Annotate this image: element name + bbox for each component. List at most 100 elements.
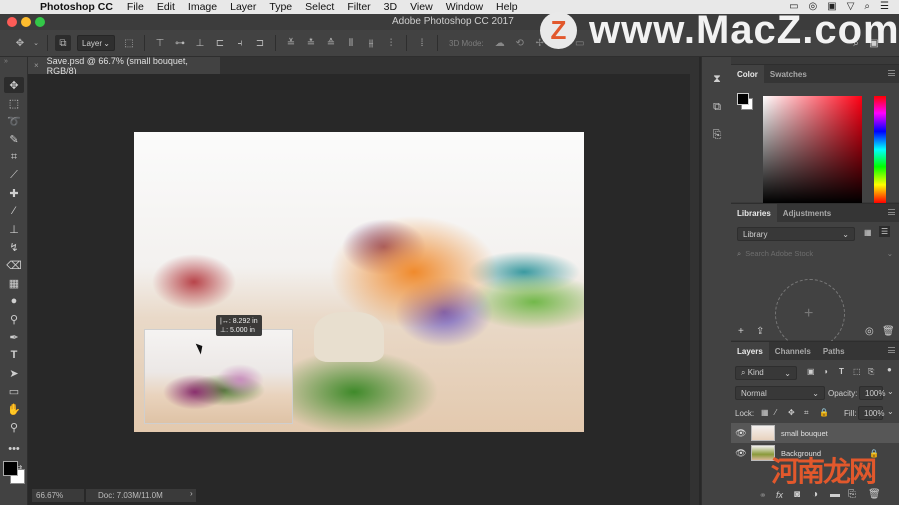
chevron-down-icon[interactable]: ⌄ [887,387,894,396]
type-tool-icon[interactable]: T [4,347,24,363]
collapse-icon[interactable]: » [4,58,8,65]
blend-mode-dropdown[interactable]: Normal ⌄ [735,386,825,400]
lock-artboard-icon[interactable]: ⌗ [804,408,809,418]
tab-libraries[interactable]: Libraries [731,204,777,222]
lock-all-icon[interactable]: 🔒 [819,408,829,417]
distribute-top-icon[interactable]: ≚ [283,35,299,51]
path-selection-tool-icon[interactable]: ➤ [4,365,24,381]
menu-3d[interactable]: 3D [384,1,397,13]
device-preview-icon[interactable]: ⎘ [707,125,727,145]
chevron-down-icon[interactable]: ⌄ [887,249,893,258]
auto-select-icon[interactable]: ⧉ [55,35,71,51]
tab-channels[interactable]: Channels [769,342,817,360]
tab-adjustments[interactable]: Adjustments [777,204,837,222]
align-top-icon[interactable]: ⊤ [152,35,168,51]
visibility-eye-icon[interactable]: 👁 [731,428,751,439]
blur-tool-icon[interactable]: ● [4,293,24,309]
link-layers-icon[interactable]: ⚭ [759,490,767,501]
rectangle-tool-icon[interactable]: ▭ [4,383,24,399]
align-hcenter-icon[interactable]: ⫞ [232,35,248,51]
menu-window[interactable]: Window [446,1,483,13]
tab-swatches[interactable]: Swatches [764,65,813,83]
adjustment-layer-icon[interactable]: ◑ [812,489,818,500]
3d-roll-icon[interactable]: ⟲ [512,35,528,51]
marquee-tool-icon[interactable]: ⬚ [4,95,24,111]
history-brush-tool-icon[interactable]: ↯ [4,239,24,255]
lock-image-icon[interactable]: ⁄ [775,408,776,417]
pen-tool-icon[interactable]: ✒ [4,329,24,345]
layer-style-fx-icon[interactable]: fx [776,490,783,500]
menu-edit[interactable]: Edit [157,1,175,13]
small-bouquet-layer[interactable] [144,329,293,424]
eyedropper-tool-icon[interactable]: ⟋ [4,167,24,183]
lasso-tool-icon[interactable]: ➰ [4,113,24,129]
library-dropdown[interactable]: Library ⌄ [737,227,855,241]
crop-tool-icon[interactable]: ⌗ [4,149,24,165]
auto-select-target-dropdown[interactable]: Layer ⌄ [77,35,115,51]
lock-position-icon[interactable]: ✥ [788,408,795,417]
close-window-button[interactable] [7,17,17,27]
zoom-level-field[interactable]: 66.67% [32,489,84,502]
layer-filter-dropdown[interactable]: ⌕ Kind ⌄ [735,366,797,380]
adobe-stock-search[interactable]: ⌕ Search Adobe Stock ⌄ [737,247,893,260]
eraser-tool-icon[interactable]: ⌫ [4,257,24,273]
menu-view[interactable]: View [410,1,433,13]
foreground-color-swatch[interactable] [737,93,749,105]
document-tab[interactable]: × Save.psd @ 66.7% (small bouquet, RGB/8… [28,56,220,76]
close-tab-icon[interactable]: × [34,61,39,70]
menu-filter[interactable]: Filter [347,1,370,13]
filter-toggle-icon[interactable]: ● [887,365,892,374]
delete-layer-icon[interactable]: 🗑 [868,489,881,500]
tab-layers[interactable]: Layers [731,342,769,360]
new-layer-icon[interactable]: ⎘ [848,489,856,500]
foreground-color-swatch[interactable] [3,461,18,476]
tab-paths[interactable]: Paths [817,342,851,360]
panel-menu-icon[interactable] [888,209,895,215]
creative-cloud-icon[interactable]: ◎ [865,326,874,337]
dodge-tool-icon[interactable]: ⚲ [4,311,24,327]
add-content-drop-zone[interactable]: + [775,279,845,349]
filter-adjustment-icon[interactable]: ◑ [823,367,828,376]
healing-brush-tool-icon[interactable]: ✚ [4,185,24,201]
align-bottom-icon[interactable]: ⊥ [192,35,208,51]
opacity-field[interactable]: 100% [859,386,885,400]
layer-name[interactable]: small bouquet [781,429,828,438]
trash-icon[interactable]: 🗑 [882,326,895,337]
grid-view-icon[interactable]: ▦ [864,228,872,237]
layer-row-small-bouquet[interactable]: 👁 small bouquet [731,423,899,443]
minimize-window-button[interactable] [21,17,31,27]
align-vcenter-icon[interactable]: ⊶ [172,35,188,51]
hand-tool-icon[interactable]: ✋ [4,401,24,417]
distribute-left-icon[interactable]: ⫴ [343,35,359,51]
brush-tool-icon[interactable]: ⁄ [4,203,24,219]
distribute-vcenter-icon[interactable]: ≛ [303,35,319,51]
panel-menu-icon[interactable] [888,347,895,353]
align-right-icon[interactable]: ⊐ [252,35,268,51]
more-tools-icon[interactable]: ••• [4,441,24,457]
3d-orbit-icon[interactable]: ☁ [492,35,508,51]
fill-field[interactable]: 100% [858,406,884,420]
tab-color[interactable]: Color [731,65,764,83]
menu-layer[interactable]: Layer [230,1,256,13]
menu-select[interactable]: Select [305,1,334,13]
tool-preset-chevron-icon[interactable]: ⌄ [32,35,40,51]
auto-align-icon[interactable]: ⁞ [414,35,430,51]
filter-pixel-icon[interactable]: ▣ [807,367,815,376]
new-group-icon[interactable]: ▬ [830,489,840,500]
filter-smart-object-icon[interactable]: ⎘ [868,367,874,377]
distribute-right-icon[interactable]: ⫶ [383,35,399,51]
chevron-down-icon[interactable]: ⌄ [887,407,894,416]
upload-icon[interactable]: ⇪ [756,326,764,337]
color-picker-field[interactable] [763,96,862,203]
filter-shape-icon[interactable]: ⬚ [853,367,861,376]
add-to-library-icon[interactable]: + [738,326,744,337]
panel-menu-icon[interactable] [888,70,895,76]
add-mask-icon[interactable]: ◙ [794,489,800,500]
canvas-area[interactable]: |↔: 8.292 in ⊥: 5.000 in [28,74,690,487]
transform-controls-icon[interactable]: ⬚ [121,35,137,51]
menu-image[interactable]: Image [188,1,217,13]
filter-type-icon[interactable]: T [839,367,844,376]
move-tool-icon[interactable]: ✥ [4,77,24,93]
menu-type[interactable]: Type [269,1,292,13]
menu-file[interactable]: File [127,1,144,13]
